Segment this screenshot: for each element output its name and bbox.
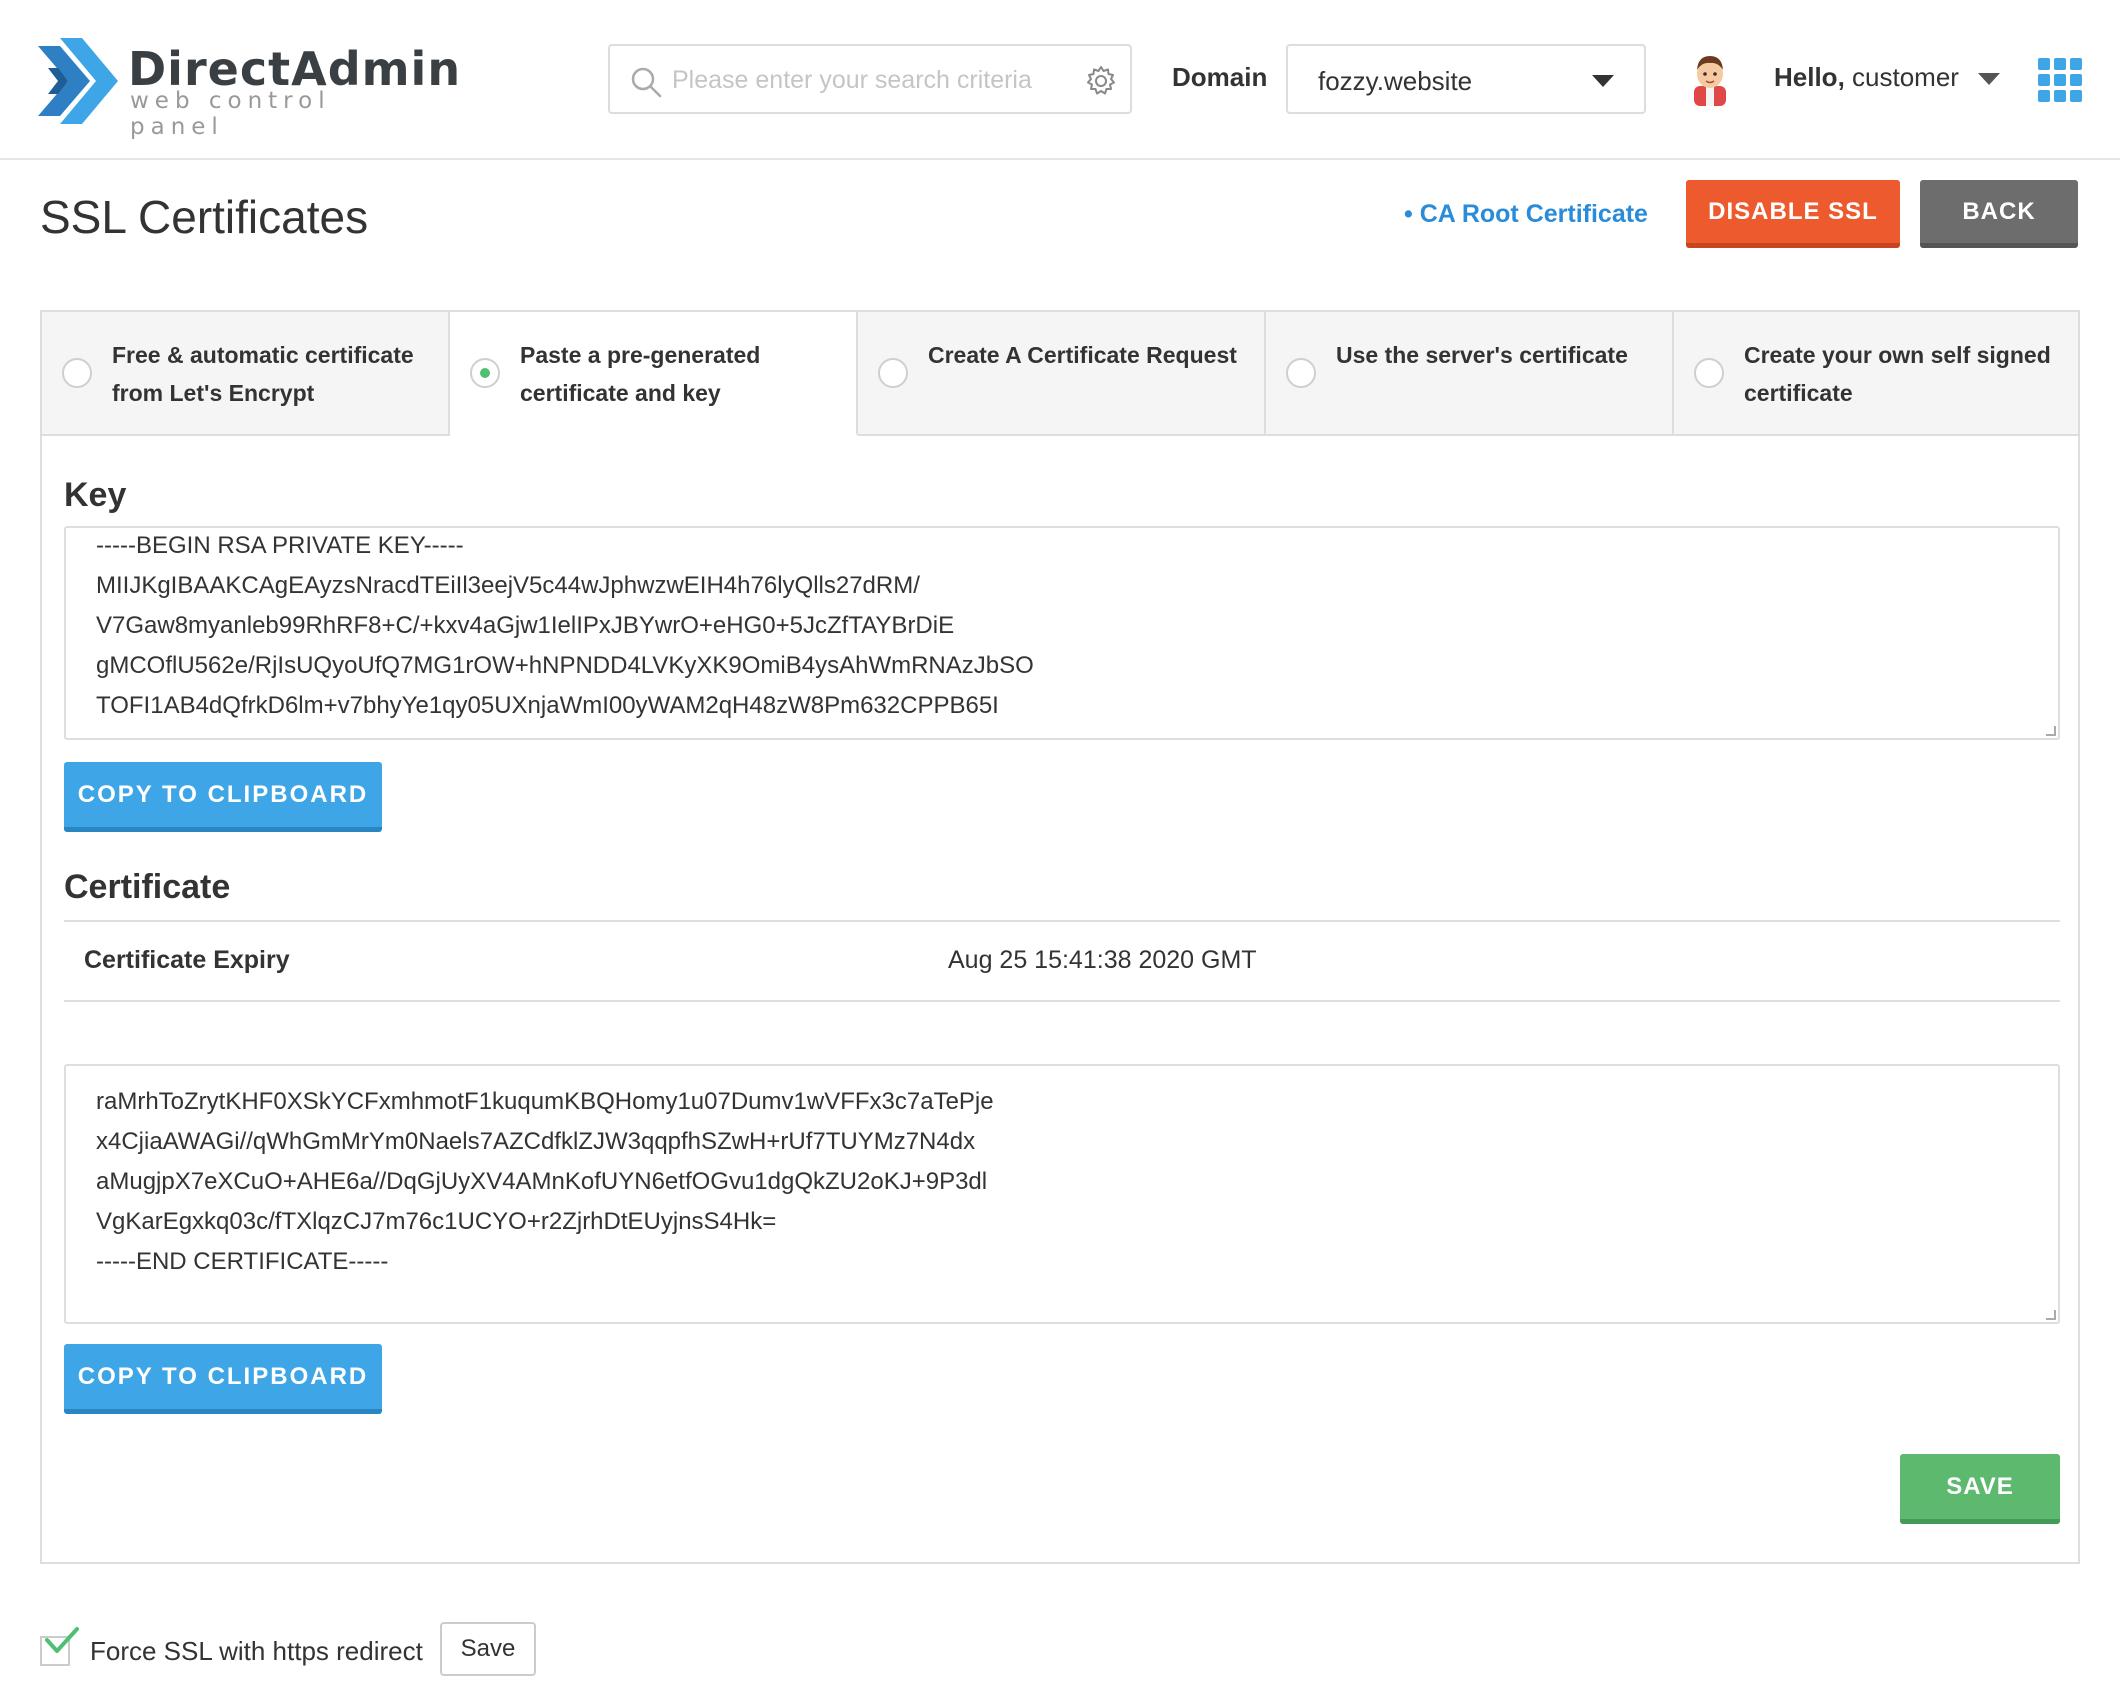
- greeting-prefix: Hello,: [1774, 62, 1845, 92]
- key-section-title: Key: [64, 476, 127, 514]
- copy-certificate-button[interactable]: COPY TO CLIPBOARD: [64, 1344, 382, 1414]
- key-line: TOFI1AB4dQfrkD6lm+v7bhyYe1qy05UXnjaWmI00…: [96, 692, 999, 719]
- tab-label: Use the server's certificate: [1336, 342, 1628, 368]
- save-button[interactable]: SAVE: [1900, 1454, 2060, 1524]
- chevron-down-icon: [1592, 75, 1614, 87]
- back-button[interactable]: BACK: [1920, 180, 2078, 248]
- directadmin-logo[interactable]: DirectAdmin web control panel: [38, 38, 460, 140]
- certificate-section-title: Certificate: [64, 868, 231, 906]
- logo-subtitle: web control panel: [130, 88, 331, 140]
- resize-handle[interactable]: [2046, 1310, 2056, 1320]
- user-menu-chevron-down-icon[interactable]: [1978, 73, 2000, 85]
- force-ssl-label[interactable]: Force SSL with https redirect: [90, 1636, 423, 1667]
- tab-label: Paste a pre-generated certificate and ke…: [520, 342, 761, 406]
- key-line: gMCOflU562e/RjIsUQyoUfQ7MG1rOW+hNPNDD4LV…: [96, 652, 1034, 679]
- tab-paste-certificate[interactable]: Paste a pre-generated certificate and ke…: [450, 312, 858, 436]
- ssl-panel: Free & automatic certificate from Let's …: [40, 310, 2080, 1564]
- search-box: [608, 44, 1132, 114]
- certificate-line: raMrhToZrytKHF0XSkYCFxmhmotF1kuqumKBQHom…: [96, 1088, 994, 1115]
- tab-letsencrypt[interactable]: Free & automatic certificate from Let's …: [42, 312, 450, 436]
- top-header: DirectAdmin web control panel Domain foz…: [0, 0, 2120, 160]
- copy-key-button[interactable]: COPY TO CLIPBOARD: [64, 762, 382, 832]
- domain-select[interactable]: fozzy.website: [1286, 44, 1646, 114]
- tab-label: Create A Certificate Request: [928, 342, 1237, 368]
- tab-radio[interactable]: [878, 358, 908, 388]
- key-line: -----BEGIN RSA PRIVATE KEY-----: [96, 532, 464, 559]
- key-line: MIIJKgIBAAKCAgEAyzsNracdTEiIl3eejV5c44wJ…: [96, 572, 920, 599]
- certificate-line: VgKarEgxkq03c/fTXlqzCJ7m76c1UCYO+r2ZjrhD…: [96, 1208, 777, 1235]
- domain-label: Domain: [1172, 62, 1268, 92]
- domain-select-value: fozzy.website: [1318, 66, 1473, 96]
- certificate-expiry-value: Aug 25 15:41:38 2020 GMT: [948, 946, 1257, 974]
- tab-certificate-request[interactable]: Create A Certificate Request: [858, 312, 1266, 436]
- search-input[interactable]: [672, 60, 1072, 100]
- certificate-expiry-row: Certificate Expiry Aug 25 15:41:38 2020 …: [64, 920, 2060, 1002]
- tab-radio[interactable]: [62, 358, 92, 388]
- tab-radio[interactable]: [1286, 358, 1316, 388]
- certificate-line: aMugjpX7eXCuO+AHE6a//DqGjUyXV4AMnKofUYN6…: [96, 1168, 988, 1195]
- resize-handle[interactable]: [2046, 726, 2056, 736]
- apps-grid-icon[interactable]: [2038, 58, 2082, 102]
- search-icon: [631, 67, 662, 98]
- tab-self-signed[interactable]: Create your own self signed certificate: [1674, 312, 2078, 436]
- certificate-option-tabs: Free & automatic certificate from Let's …: [42, 312, 2078, 436]
- ca-root-certificate-link[interactable]: • CA Root Certificate: [1404, 200, 1648, 229]
- tab-label: Free & automatic certificate from Let's …: [112, 342, 414, 406]
- disable-ssl-button[interactable]: DISABLE SSL: [1686, 180, 1900, 248]
- tab-radio[interactable]: [470, 358, 500, 388]
- directadmin-logo-icon: [38, 38, 118, 124]
- certificate-textarea[interactable]: raMrhToZrytKHF0XSkYCFxmhmotF1kuqumKBQHom…: [64, 1064, 2060, 1324]
- gear-icon[interactable]: [1084, 64, 1118, 98]
- tab-label: Create your own self signed certificate: [1744, 342, 2051, 406]
- certificate-line: x4CjiaAWAGi//qWhGmMrYm0Naels7AZCdfklZJW3…: [96, 1128, 976, 1155]
- tab-server-certificate[interactable]: Use the server's certificate: [1266, 312, 1674, 436]
- key-line: V7Gaw8myanleb99RhRF8+C/+kxv4aGjw1IelIPxJ…: [96, 612, 955, 639]
- certificate-expiry-label: Certificate Expiry: [84, 946, 290, 974]
- key-textarea[interactable]: -----BEGIN RSA PRIVATE KEY----- MIIJKgIB…: [64, 526, 2060, 740]
- page-title: SSL Certificates: [40, 191, 369, 243]
- tab-radio[interactable]: [1694, 358, 1724, 388]
- force-ssl-row: Force SSL with https redirect Save: [40, 1622, 640, 1676]
- user-greeting[interactable]: Hello, customer: [1774, 62, 1959, 93]
- checkmark-icon: [45, 1627, 79, 1653]
- greeting-username: customer: [1852, 62, 1959, 92]
- certificate-line: -----END CERTIFICATE-----: [96, 1248, 389, 1275]
- force-ssl-save-button[interactable]: Save: [440, 1622, 536, 1676]
- avatar[interactable]: [1688, 52, 1732, 106]
